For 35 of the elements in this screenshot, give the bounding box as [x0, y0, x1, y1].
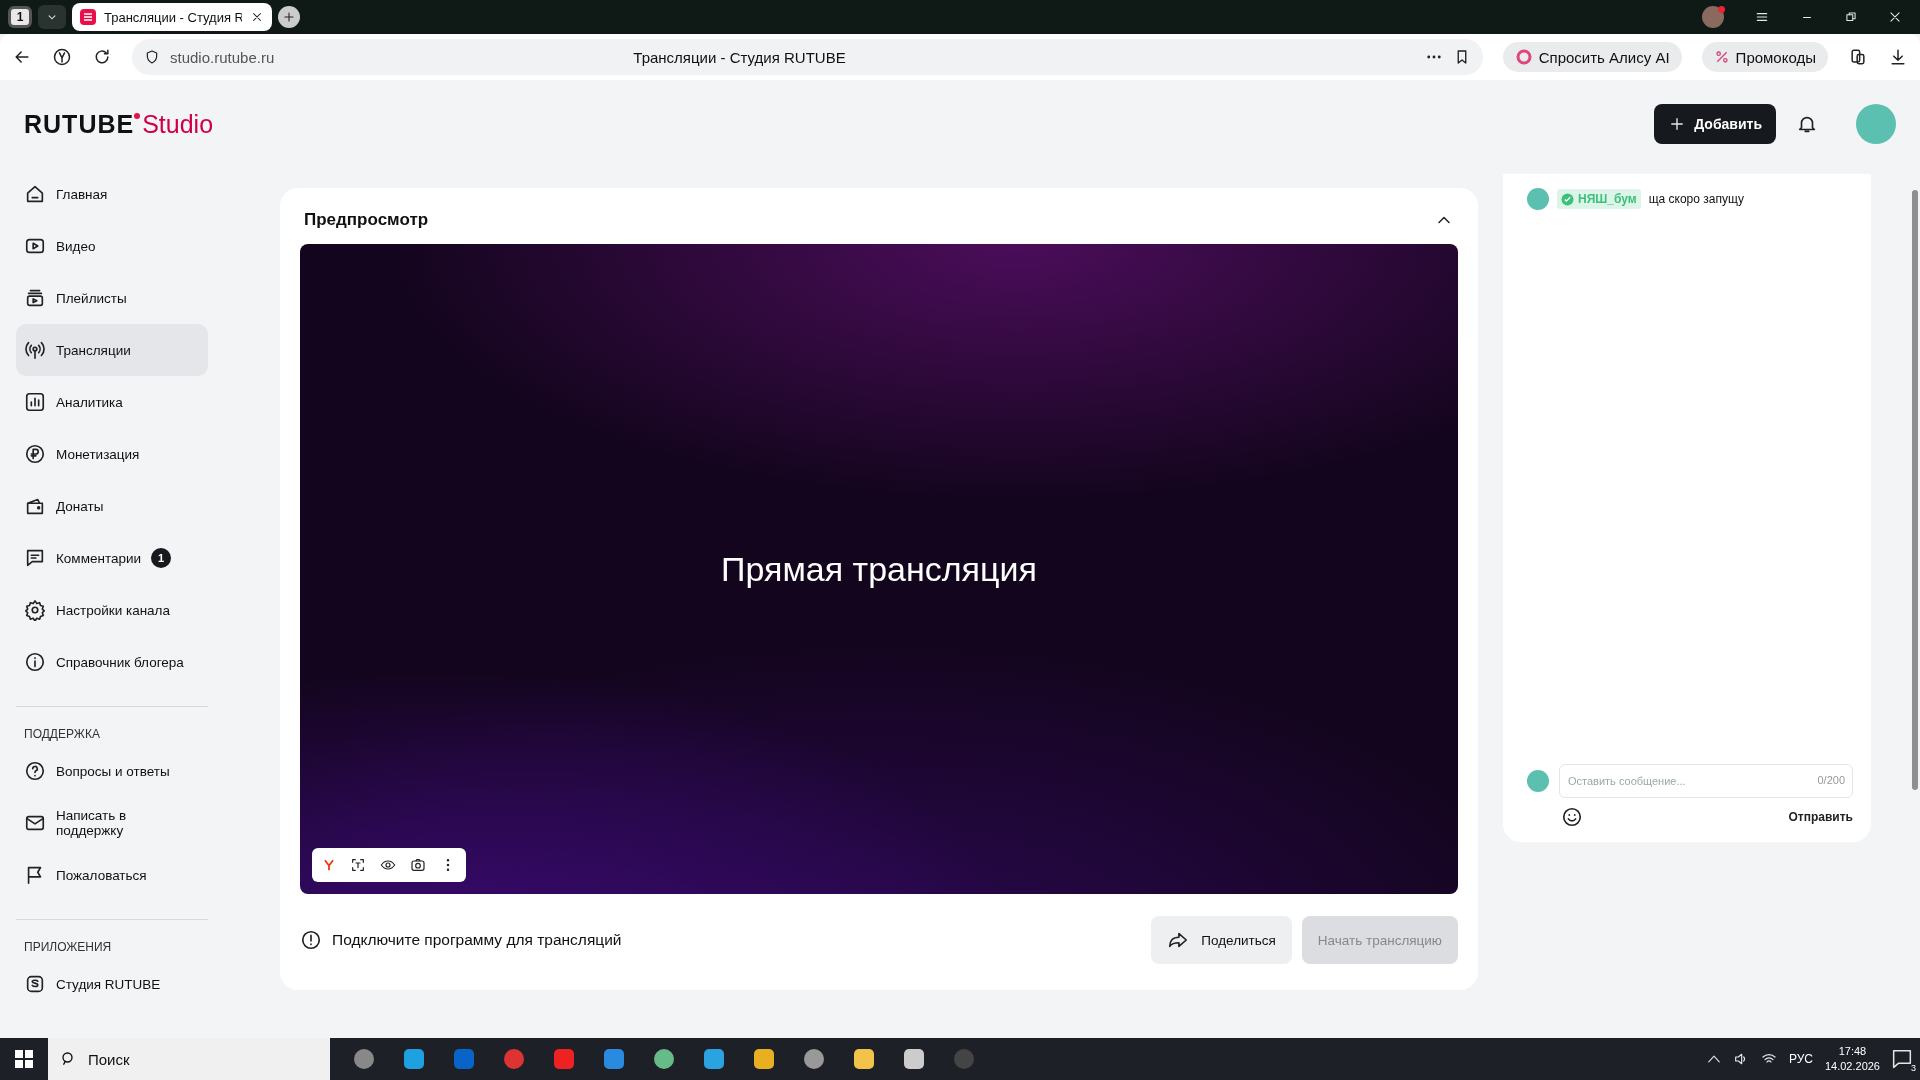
- sidebar-item[interactable]: Пожаловаться: [16, 849, 208, 901]
- toolbar-button[interactable]: Промокоды: [1701, 42, 1828, 72]
- language-indicator[interactable]: РУС: [1788, 1052, 1813, 1066]
- clock[interactable]: 17:48 14.02.2026: [1824, 1044, 1880, 1074]
- sidebar-item[interactable]: Трансляции: [16, 324, 208, 376]
- address-bar[interactable]: studio.rutube.ru Трансляции - Студия RUTUBE: [132, 39, 1483, 75]
- sidebar-item[interactable]: Комментарии 1: [16, 532, 208, 584]
- sidebar-item[interactable]: Видео: [16, 220, 208, 272]
- send-button[interactable]: Отправить: [1788, 808, 1853, 826]
- section-heading: ПРИЛОЖЕНИЯ: [23, 939, 113, 956]
- tab-count-badge[interactable]: 1: [8, 6, 32, 28]
- card-title: Предпросмотр: [304, 210, 429, 230]
- sidebar-item[interactable]: Аналитика: [16, 376, 208, 428]
- count-badge: 1: [151, 548, 172, 568]
- sidebar-item[interactable]: Настройки канала: [16, 584, 208, 636]
- message-text: ща скоро запущу: [1648, 192, 1744, 206]
- url-text: studio.rutube.ru: [170, 48, 275, 66]
- sidebar-item[interactable]: Плейлисты: [16, 272, 208, 324]
- logo[interactable]: RUTUBE Studio: [24, 109, 214, 139]
- preview-text: Прямая трансляция: [721, 549, 1037, 589]
- sidebar-item[interactable]: Написать в поддержку: [16, 797, 208, 849]
- sidebar-item[interactable]: Вопросы и ответы: [16, 745, 208, 797]
- sidebar-item[interactable]: Главная: [16, 168, 208, 220]
- notice-text: Подключите программу для трансляций: [332, 931, 623, 949]
- sidebar-item[interactable]: Монетизация: [16, 428, 208, 480]
- sidebar-item[interactable]: Студия RUTUBE: [16, 958, 208, 1010]
- sidebar-item[interactable]: Донаты: [16, 480, 208, 532]
- char-counter: 0/200: [1817, 774, 1845, 786]
- taskbar-search[interactable]: Поиск: [48, 1038, 330, 1080]
- toolbar-button[interactable]: Спросить Алису AI: [1502, 42, 1682, 72]
- section-heading: ПОДДЕРЖКА: [23, 726, 101, 743]
- sidebar-item[interactable]: Справочник блогера: [16, 636, 208, 688]
- page-title: Трансляции - Студия RUTUBE: [632, 48, 847, 66]
- add-button[interactable]: Добавить: [1654, 104, 1776, 144]
- share-button[interactable]: Поделиться: [1151, 916, 1292, 964]
